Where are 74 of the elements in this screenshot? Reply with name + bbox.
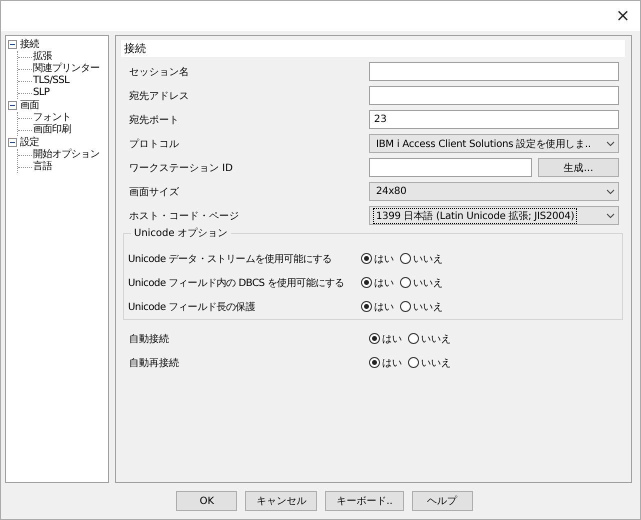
text-field[interactable]: 23 <box>369 110 619 129</box>
collapse-icon[interactable] <box>8 40 17 49</box>
chevron-down-icon <box>606 188 615 194</box>
dialog-button[interactable]: キーボード.. <box>325 491 404 511</box>
field-label: セッション名 <box>129 66 190 78</box>
text-field[interactable] <box>369 158 532 177</box>
radio-button[interactable] <box>369 357 380 368</box>
dropdown[interactable]: IBM i Access Client Solutions 設定を使用しま.. <box>369 134 619 153</box>
radio-label: いいえ <box>421 356 451 370</box>
tree-item[interactable]: 言語 <box>33 161 52 173</box>
close-button[interactable]: × <box>606 1 640 31</box>
field-label: プロトコル <box>129 138 180 150</box>
tree-item[interactable]: 接続 <box>20 38 39 51</box>
radio-button[interactable] <box>361 277 372 288</box>
generate-button[interactable]: 生成... <box>538 158 619 177</box>
tree-item[interactable]: 開始オプション <box>33 149 100 161</box>
radio-label: いいえ <box>413 300 443 314</box>
radio-button[interactable] <box>408 333 419 344</box>
dropdown[interactable]: 1399 日本語 (Latin Unicode 拡張; JIS2004) <box>369 206 619 225</box>
radio-option[interactable]: いいえ <box>408 332 451 346</box>
radio-option[interactable]: はい <box>361 252 394 266</box>
tree-item[interactable]: SLP <box>33 87 50 99</box>
collapse-icon[interactable] <box>8 138 17 147</box>
option-label: Unicode フィールド長の保護 <box>128 300 256 314</box>
radio-button[interactable] <box>400 253 411 264</box>
chevron-down-icon <box>606 140 615 146</box>
dialog-button[interactable]: キャンセル <box>245 491 318 511</box>
tree-item[interactable]: 設定 <box>20 136 39 149</box>
tree-item[interactable]: TLS/SSL <box>33 75 70 87</box>
radio-option[interactable]: はい <box>361 300 394 314</box>
radio-option[interactable]: はい <box>369 332 402 346</box>
field-label: ホスト・コード・ページ <box>129 210 240 222</box>
text-field[interactable] <box>369 62 619 81</box>
field-label: ワークステーション ID <box>129 162 234 174</box>
radio-option[interactable]: いいえ <box>400 252 443 266</box>
radio-button[interactable] <box>400 277 411 288</box>
radio-option[interactable]: いいえ <box>400 276 443 290</box>
radio-button[interactable] <box>361 253 372 264</box>
dropdown[interactable]: 24x80 <box>369 182 619 201</box>
field-label: 画面サイズ <box>129 186 180 198</box>
option-label: 自動接続 <box>129 332 170 346</box>
text-field[interactable] <box>369 86 619 105</box>
group-title: Unicode オプション <box>131 226 231 240</box>
tree-item[interactable]: 画面印刷 <box>33 124 71 136</box>
radio-button[interactable] <box>369 333 380 344</box>
radio-label: はい <box>382 332 402 346</box>
radio-option[interactable]: はい <box>369 356 402 370</box>
radio-button[interactable] <box>361 301 372 312</box>
tree-item[interactable]: フォント <box>33 112 71 124</box>
field-label: 宛先アドレス <box>129 90 190 102</box>
radio-label: はい <box>382 356 402 370</box>
collapse-icon[interactable] <box>8 101 17 110</box>
radio-label: いいえ <box>413 276 443 290</box>
chevron-down-icon <box>606 212 615 218</box>
radio-label: はい <box>374 276 394 290</box>
radio-label: いいえ <box>413 252 443 266</box>
tree-item[interactable]: 画面 <box>20 99 39 112</box>
radio-label: はい <box>374 252 394 266</box>
field-label: 宛先ポート <box>129 114 180 126</box>
section-title: 接続 <box>121 40 625 57</box>
radio-label: はい <box>374 300 394 314</box>
radio-button[interactable] <box>408 357 419 368</box>
option-label: Unicode フィールド内の DBCS を使用可能にする <box>128 276 346 290</box>
radio-button[interactable] <box>400 301 411 312</box>
option-label: Unicode データ・ストリームを使用可能にする <box>128 252 333 266</box>
tree-item[interactable]: 拡張 <box>33 51 52 63</box>
dialog-button[interactable]: OK <box>176 491 238 511</box>
radio-label: いいえ <box>421 332 451 346</box>
option-label: 自動再接続 <box>129 356 180 370</box>
dialog-button[interactable]: ヘルプ <box>412 491 473 511</box>
tree-item[interactable]: 関連プリンター <box>33 63 100 75</box>
radio-option[interactable]: いいえ <box>400 300 443 314</box>
radio-option[interactable]: はい <box>361 276 394 290</box>
radio-option[interactable]: いいえ <box>408 356 451 370</box>
